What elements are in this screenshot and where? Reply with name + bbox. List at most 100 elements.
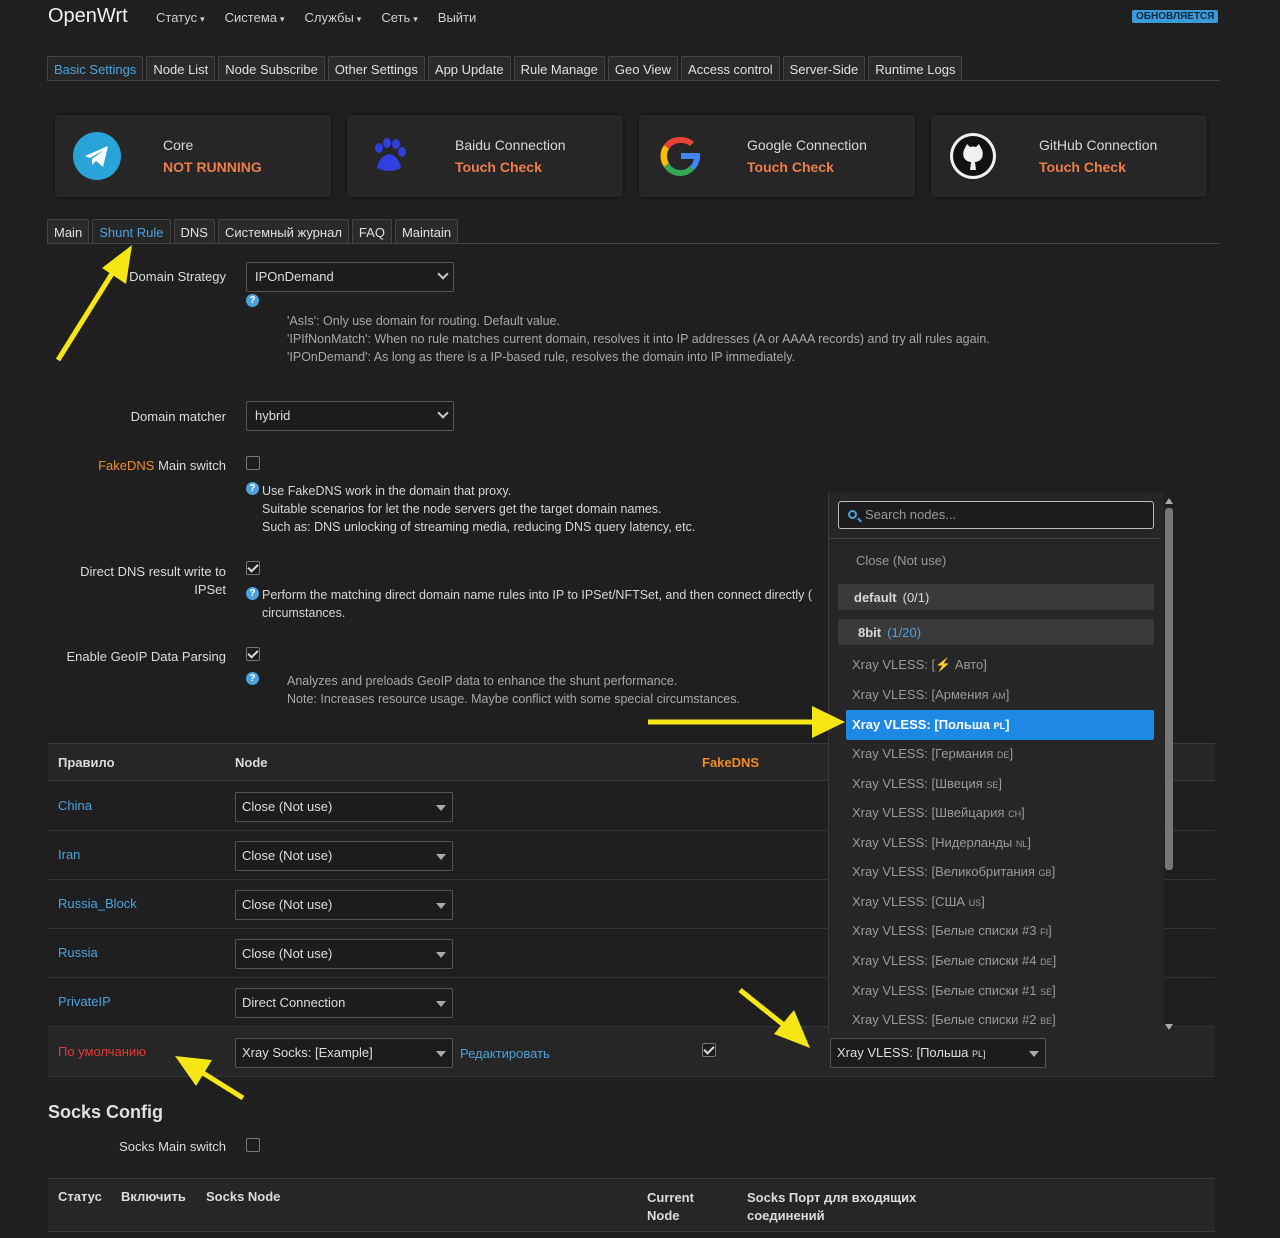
google-icon xyxy=(660,136,701,176)
option-close[interactable]: Close (Not use) xyxy=(856,553,946,568)
search-nodes-input[interactable]: Search nodes... xyxy=(838,501,1154,529)
telegram-icon xyxy=(73,132,121,180)
geoip-checkbox[interactable] xyxy=(246,647,260,661)
touch-check-link[interactable]: Touch Check xyxy=(1039,159,1126,175)
tab-geo-view[interactable]: Geo View xyxy=(607,56,679,81)
col-current-node: Current Node xyxy=(647,1190,694,1223)
tab-system-log[interactable]: Системный журнал xyxy=(217,219,349,244)
sub-tabs: Main Shunt Rule DNS Системный журнал FAQ… xyxy=(47,219,459,244)
tab-app-update[interactable]: App Update xyxy=(427,56,511,81)
tab-server-side[interactable]: Server-Side xyxy=(782,56,866,81)
card-baidu[interactable]: Baidu Connection Touch Check xyxy=(347,115,623,197)
option-node[interactable]: Xray VLESS: [Нидерланды NL] xyxy=(846,828,1154,858)
socks-table-header: Статус Включить Socks Node Current Node S… xyxy=(48,1178,1215,1232)
card-title: Google Connection xyxy=(747,137,867,153)
option-node[interactable]: Xray VLESS: [Белые списки #2 BE] xyxy=(846,1005,1154,1035)
menu-status[interactable]: Статус ▾ xyxy=(156,10,205,25)
option-node[interactable]: Xray VLESS: [⚡ Авто] xyxy=(846,650,1154,680)
node-dropdown: Search nodes... Close (Not use) default(… xyxy=(828,492,1164,1036)
tab-node-subscribe[interactable]: Node Subscribe xyxy=(218,56,325,81)
chevron-down-icon xyxy=(437,268,449,280)
default-rule-name: По умолчанию xyxy=(58,1044,146,1059)
menu-services[interactable]: Службы ▾ xyxy=(305,10,362,25)
domain-matcher-select[interactable]: hybrid xyxy=(246,401,454,431)
tab-shunt-rule[interactable]: Shunt Rule xyxy=(92,219,171,244)
option-node-selected[interactable]: Xray VLESS: [Польша PL] xyxy=(846,710,1154,740)
node-select[interactable]: Close (Not use) xyxy=(235,792,453,822)
rule-name-link[interactable]: Russia_Block xyxy=(58,896,137,911)
menu-system[interactable]: Система ▾ xyxy=(225,10,285,25)
fakedns-label: FakeDNS Main switch xyxy=(98,458,226,473)
option-node[interactable]: Xray VLESS: [Швеция SE] xyxy=(846,769,1154,799)
chevron-down-icon xyxy=(437,407,449,419)
menu-logout[interactable]: Выйти xyxy=(438,10,477,25)
subtab-divider xyxy=(47,243,1220,244)
col-socks-port: Socks Порт для входящих соединений xyxy=(747,1190,917,1223)
socks-switch-checkbox[interactable] xyxy=(246,1138,260,1152)
card-google[interactable]: Google Connection Touch Check xyxy=(639,115,915,197)
tab-faq[interactable]: FAQ xyxy=(351,219,392,244)
caret-down-icon xyxy=(436,854,446,860)
option-node[interactable]: Xray VLESS: [Великобритания GB] xyxy=(846,857,1154,887)
group-8bit[interactable]: 8bit (1/20) xyxy=(838,619,1154,645)
option-node[interactable]: Xray VLESS: [Белые списки #4 DE] xyxy=(846,946,1154,976)
tab-dns[interactable]: DNS xyxy=(173,219,215,244)
option-node[interactable]: Xray VLESS: [Белые списки #3 FI] xyxy=(846,916,1154,946)
dropdown-scrollbar[interactable] xyxy=(1164,495,1174,1033)
node-select[interactable]: Close (Not use) xyxy=(235,841,453,871)
menu-network[interactable]: Сеть ▾ xyxy=(381,10,417,25)
card-title: Core xyxy=(163,137,194,153)
help-icon: ? xyxy=(246,672,259,685)
search-icon xyxy=(848,510,857,519)
tab-node-list[interactable]: Node List xyxy=(146,56,216,81)
fakedns-checkbox[interactable] xyxy=(246,456,260,470)
brand-logo[interactable]: OpenWrt xyxy=(48,5,128,28)
rule-name-link[interactable]: China xyxy=(58,798,92,813)
lightning-icon: ⚡ xyxy=(935,657,952,672)
tab-access-control[interactable]: Access control xyxy=(681,56,780,81)
tab-divider xyxy=(47,80,1220,81)
caret-down-icon xyxy=(436,1051,446,1057)
main-menu: Статус ▾ Система ▾ Службы ▾ Сеть ▾ Выйти xyxy=(156,10,476,25)
tab-basic-settings[interactable]: Basic Settings xyxy=(47,56,144,81)
edit-link[interactable]: Редактировать xyxy=(460,1046,550,1061)
arrow-to-shunt-rule xyxy=(55,245,132,362)
top-navbar: OpenWrt Статус ▾ Система ▾ Службы ▾ Сеть ▾ В… xyxy=(0,0,1280,36)
node-select[interactable]: Direct Connection xyxy=(235,988,453,1018)
tab-main[interactable]: Main xyxy=(47,219,90,244)
domain-strategy-select[interactable]: IPOnDemand xyxy=(246,262,454,292)
touch-check-link[interactable]: Touch Check xyxy=(747,159,834,175)
card-github[interactable]: GitHub Connection Touch Check xyxy=(931,115,1207,197)
caret-down-icon: ▾ xyxy=(200,14,205,24)
touch-check-link[interactable]: Touch Check xyxy=(455,159,542,175)
direct-dns-checkbox[interactable] xyxy=(246,561,260,575)
rule-name-link[interactable]: Iran xyxy=(58,847,80,862)
tab-maintain[interactable]: Maintain xyxy=(394,219,459,244)
rule-name-link[interactable]: Russia xyxy=(58,945,98,960)
option-node[interactable]: Xray VLESS: [Германия DE] xyxy=(846,739,1154,769)
fallback-node-select[interactable]: Xray VLESS: [Польша PL] xyxy=(830,1038,1046,1068)
tab-rule-manage[interactable]: Rule Manage xyxy=(513,56,605,81)
caret-down-icon: ▾ xyxy=(280,14,285,24)
group-default[interactable]: default (0/1) xyxy=(838,584,1154,610)
default-node-select[interactable]: Xray Socks: [Example] xyxy=(235,1038,453,1068)
option-node[interactable]: Xray VLESS: [Швейцария CH] xyxy=(846,798,1154,828)
option-node[interactable]: Xray VLESS: [Белые списки #1 SE] xyxy=(846,976,1154,1006)
github-icon xyxy=(950,133,996,179)
tab-other-settings[interactable]: Other Settings xyxy=(327,56,425,81)
option-node[interactable]: Xray VLESS: [США US] xyxy=(846,887,1154,917)
col-socks-node: Socks Node xyxy=(206,1189,281,1204)
caret-down-icon: ▾ xyxy=(356,14,362,24)
rule-name-link[interactable]: PrivateIP xyxy=(58,994,111,1009)
socks-switch-label: Socks Main switch xyxy=(119,1139,226,1154)
col-rule: Правило xyxy=(58,755,115,770)
tab-runtime-logs[interactable]: Runtime Logs xyxy=(868,56,963,81)
card-title: Baidu Connection xyxy=(455,137,566,153)
domain-strategy-desc: 'AsIs': Only use domain for routing. Def… xyxy=(287,314,990,364)
node-select[interactable]: Close (Not use) xyxy=(235,890,453,920)
node-select[interactable]: Close (Not use) xyxy=(235,939,453,969)
default-fakedns-checkbox[interactable] xyxy=(702,1043,716,1057)
option-node[interactable]: Xray VLESS: [Армения AM] xyxy=(846,680,1154,710)
direct-dns-label: Direct DNS result write to IPSet xyxy=(80,564,226,597)
scrollbar-thumb[interactable] xyxy=(1165,508,1173,870)
